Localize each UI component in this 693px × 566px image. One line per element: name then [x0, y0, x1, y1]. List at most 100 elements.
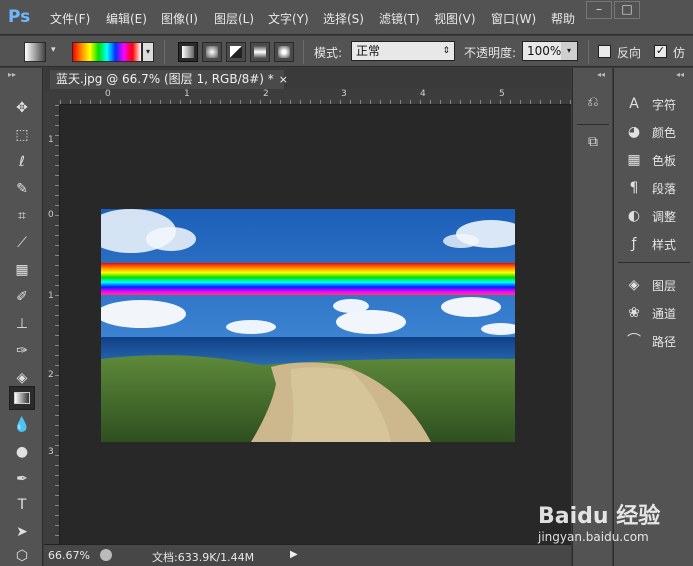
tab-close-icon[interactable]: × — [279, 70, 288, 89]
ruler-number: 5 — [499, 89, 505, 99]
panel-label: 调整 — [652, 210, 677, 224]
history-brush-tool-icon[interactable]: ✑ — [9, 339, 35, 363]
reflected-gradient-button[interactable] — [250, 42, 270, 62]
quick-selection-tool-icon[interactable]: ✎ — [9, 177, 35, 201]
panel-divider — [577, 124, 609, 125]
ruler-number: 1 — [48, 135, 54, 145]
opacity-value: 100% — [527, 44, 562, 58]
styles-icon: ƒ — [631, 236, 637, 252]
ruler-number: 3 — [341, 89, 347, 99]
document-tab-title: 蓝天.jpg @ 66.7% (图层 1, RGB/8#) * — [56, 72, 274, 86]
move-tool-icon[interactable]: ✥ — [9, 96, 35, 120]
gradient-tool-icon[interactable] — [9, 386, 35, 410]
toolbar-divider — [164, 40, 165, 64]
clone-stamp-tool-icon[interactable]: ⊥ — [9, 312, 35, 336]
panel-icon-dock: ◂◂ ⎌ ⧉ — [572, 68, 612, 566]
blend-mode-value: 正常 — [356, 44, 381, 58]
path-selection-tool-icon[interactable]: ➤ — [9, 520, 35, 544]
ruler-number: 1 — [184, 89, 190, 99]
shape-tool-icon[interactable]: ⬡ — [9, 544, 35, 566]
canvas-area[interactable] — [61, 105, 571, 544]
gradient-tool-preset-icon[interactable] — [24, 42, 46, 62]
panel-styles[interactable]: ƒ 样式 — [622, 232, 692, 256]
angle-gradient-button[interactable] — [226, 42, 246, 62]
menu-file[interactable]: 文件(F) — [50, 10, 90, 27]
panel-character[interactable]: A 字符 — [622, 92, 692, 116]
gradient-picker[interactable] — [72, 42, 142, 62]
status-info-icon[interactable] — [100, 549, 112, 561]
radial-gradient-button[interactable] — [202, 42, 222, 62]
adjustments-icon: ◐ — [627, 208, 641, 224]
character-icon: A — [629, 96, 639, 112]
paragraph-icon: ¶ — [629, 180, 639, 196]
blend-mode-dropdown[interactable]: 正常 ⇕ — [351, 41, 455, 61]
tools-panel: ▸▸ ✥ ⬚ ℓ ✎ ⌗ ⟋ ▦ ✐ ⊥ ✑ ◈ 💧 ● ✒ T ➤ ⬡ — [0, 68, 43, 566]
panel-paths[interactable]: ⌒ 路径 — [622, 329, 692, 353]
mode-label: 模式: — [314, 46, 343, 60]
collapsed-panels: ◂◂ A 字符 ◕ 颜色 ▦ 色板 ¶ 段落 ◐ 调整 ƒ 样式 ◈ 图层 ❀ … — [613, 68, 693, 566]
chevron-down-icon[interactable]: ▾ — [51, 45, 56, 55]
menu-edit[interactable]: 编辑(E) — [106, 10, 147, 27]
collapse-icon[interactable]: ▸▸ — [8, 70, 16, 79]
menu-image[interactable]: 图像(I) — [161, 10, 198, 27]
ruler-corner — [44, 89, 60, 105]
gradient-dropdown-icon[interactable]: ▾ — [142, 42, 154, 62]
opacity-dropdown-icon[interactable]: ▾ — [561, 42, 577, 60]
healing-brush-tool-icon[interactable]: ▦ — [9, 258, 35, 282]
panel-divider — [618, 262, 690, 263]
lasso-tool-icon[interactable]: ℓ — [9, 150, 35, 174]
menu-type[interactable]: 文字(Y) — [268, 10, 309, 27]
pen-tool-icon[interactable]: ✒ — [9, 467, 35, 491]
panel-adjustments[interactable]: ◐ 调整 — [622, 204, 692, 228]
menu-window[interactable]: 窗口(W) — [491, 10, 536, 27]
menu-filter[interactable]: 滤镜(T) — [379, 10, 420, 27]
panel-label: 字符 — [652, 98, 677, 112]
color-palette-icon: ◕ — [627, 124, 641, 140]
diamond-gradient-button[interactable] — [274, 42, 294, 62]
panel-swatches[interactable]: ▦ 色板 — [622, 148, 692, 172]
opacity-label: 不透明度: — [464, 46, 517, 60]
3d-cube-icon[interactable]: ⧉ — [583, 134, 603, 154]
document-tab[interactable]: 蓝天.jpg @ 66.7% (图层 1, RGB/8#) * × — [50, 70, 288, 89]
options-bar: ▾ ▾ 模式: 正常 ⇕ 不透明度: 100% ▾ 反向 ✓ 仿 — [0, 36, 693, 67]
document-image[interactable] — [101, 209, 515, 442]
reverse-checkbox[interactable] — [598, 45, 611, 58]
crop-tool-icon[interactable]: ⌗ — [9, 204, 35, 228]
swatches-icon: ▦ — [627, 152, 641, 168]
panel-label: 颜色 — [652, 126, 677, 140]
marquee-tool-icon[interactable]: ⬚ — [9, 123, 35, 147]
ruler-number: 0 — [105, 89, 111, 99]
ruler-number: 3 — [48, 447, 54, 457]
zoom-level[interactable]: 66.67% — [48, 549, 90, 562]
ruler-number: 4 — [420, 89, 426, 99]
type-tool-icon[interactable]: T — [9, 493, 35, 517]
menu-help[interactable]: 帮助 — [551, 10, 575, 27]
dodge-tool-icon[interactable]: ● — [9, 440, 35, 464]
document-size: 文档:633.9K/1.44M — [152, 551, 255, 564]
brush-tool-icon[interactable]: ✐ — [9, 285, 35, 309]
menu-select[interactable]: 选择(S) — [323, 10, 364, 27]
history-icon[interactable]: ⎌ — [583, 94, 603, 114]
collapse-icon[interactable]: ◂◂ — [597, 70, 605, 79]
panel-channels[interactable]: ❀ 通道 — [622, 301, 692, 325]
panel-layers[interactable]: ◈ 图层 — [622, 273, 692, 297]
menu-layer[interactable]: 图层(L) — [214, 10, 254, 27]
dither-checkbox[interactable]: ✓ — [654, 45, 667, 58]
panel-label: 路径 — [652, 335, 677, 349]
eyedropper-tool-icon[interactable]: ⟋ — [9, 231, 35, 255]
menu-view[interactable]: 视图(V) — [434, 10, 476, 27]
ruler-number: 2 — [263, 89, 269, 99]
panel-label: 图层 — [652, 279, 677, 293]
paths-icon: ⌒ — [627, 333, 641, 349]
blur-tool-icon[interactable]: 💧 — [9, 413, 35, 437]
maximize-button[interactable]: □ — [614, 1, 640, 19]
ruler-number: 2 — [48, 370, 54, 380]
collapse-icon[interactable]: ◂◂ — [676, 70, 684, 79]
minimize-button[interactable]: – — [586, 1, 612, 19]
status-bar: 66.67% 文档:633.9K/1.44M ▶ — [44, 544, 571, 566]
status-menu-arrow-icon[interactable]: ▶ — [290, 549, 298, 560]
linear-gradient-button[interactable] — [178, 42, 198, 62]
panel-color[interactable]: ◕ 颜色 — [622, 120, 692, 144]
menu-bar: Ps 文件(F) 编辑(E) 图像(I) 图层(L) 文字(Y) 选择(S) 滤… — [0, 0, 693, 35]
panel-paragraph[interactable]: ¶ 段落 — [622, 176, 692, 200]
